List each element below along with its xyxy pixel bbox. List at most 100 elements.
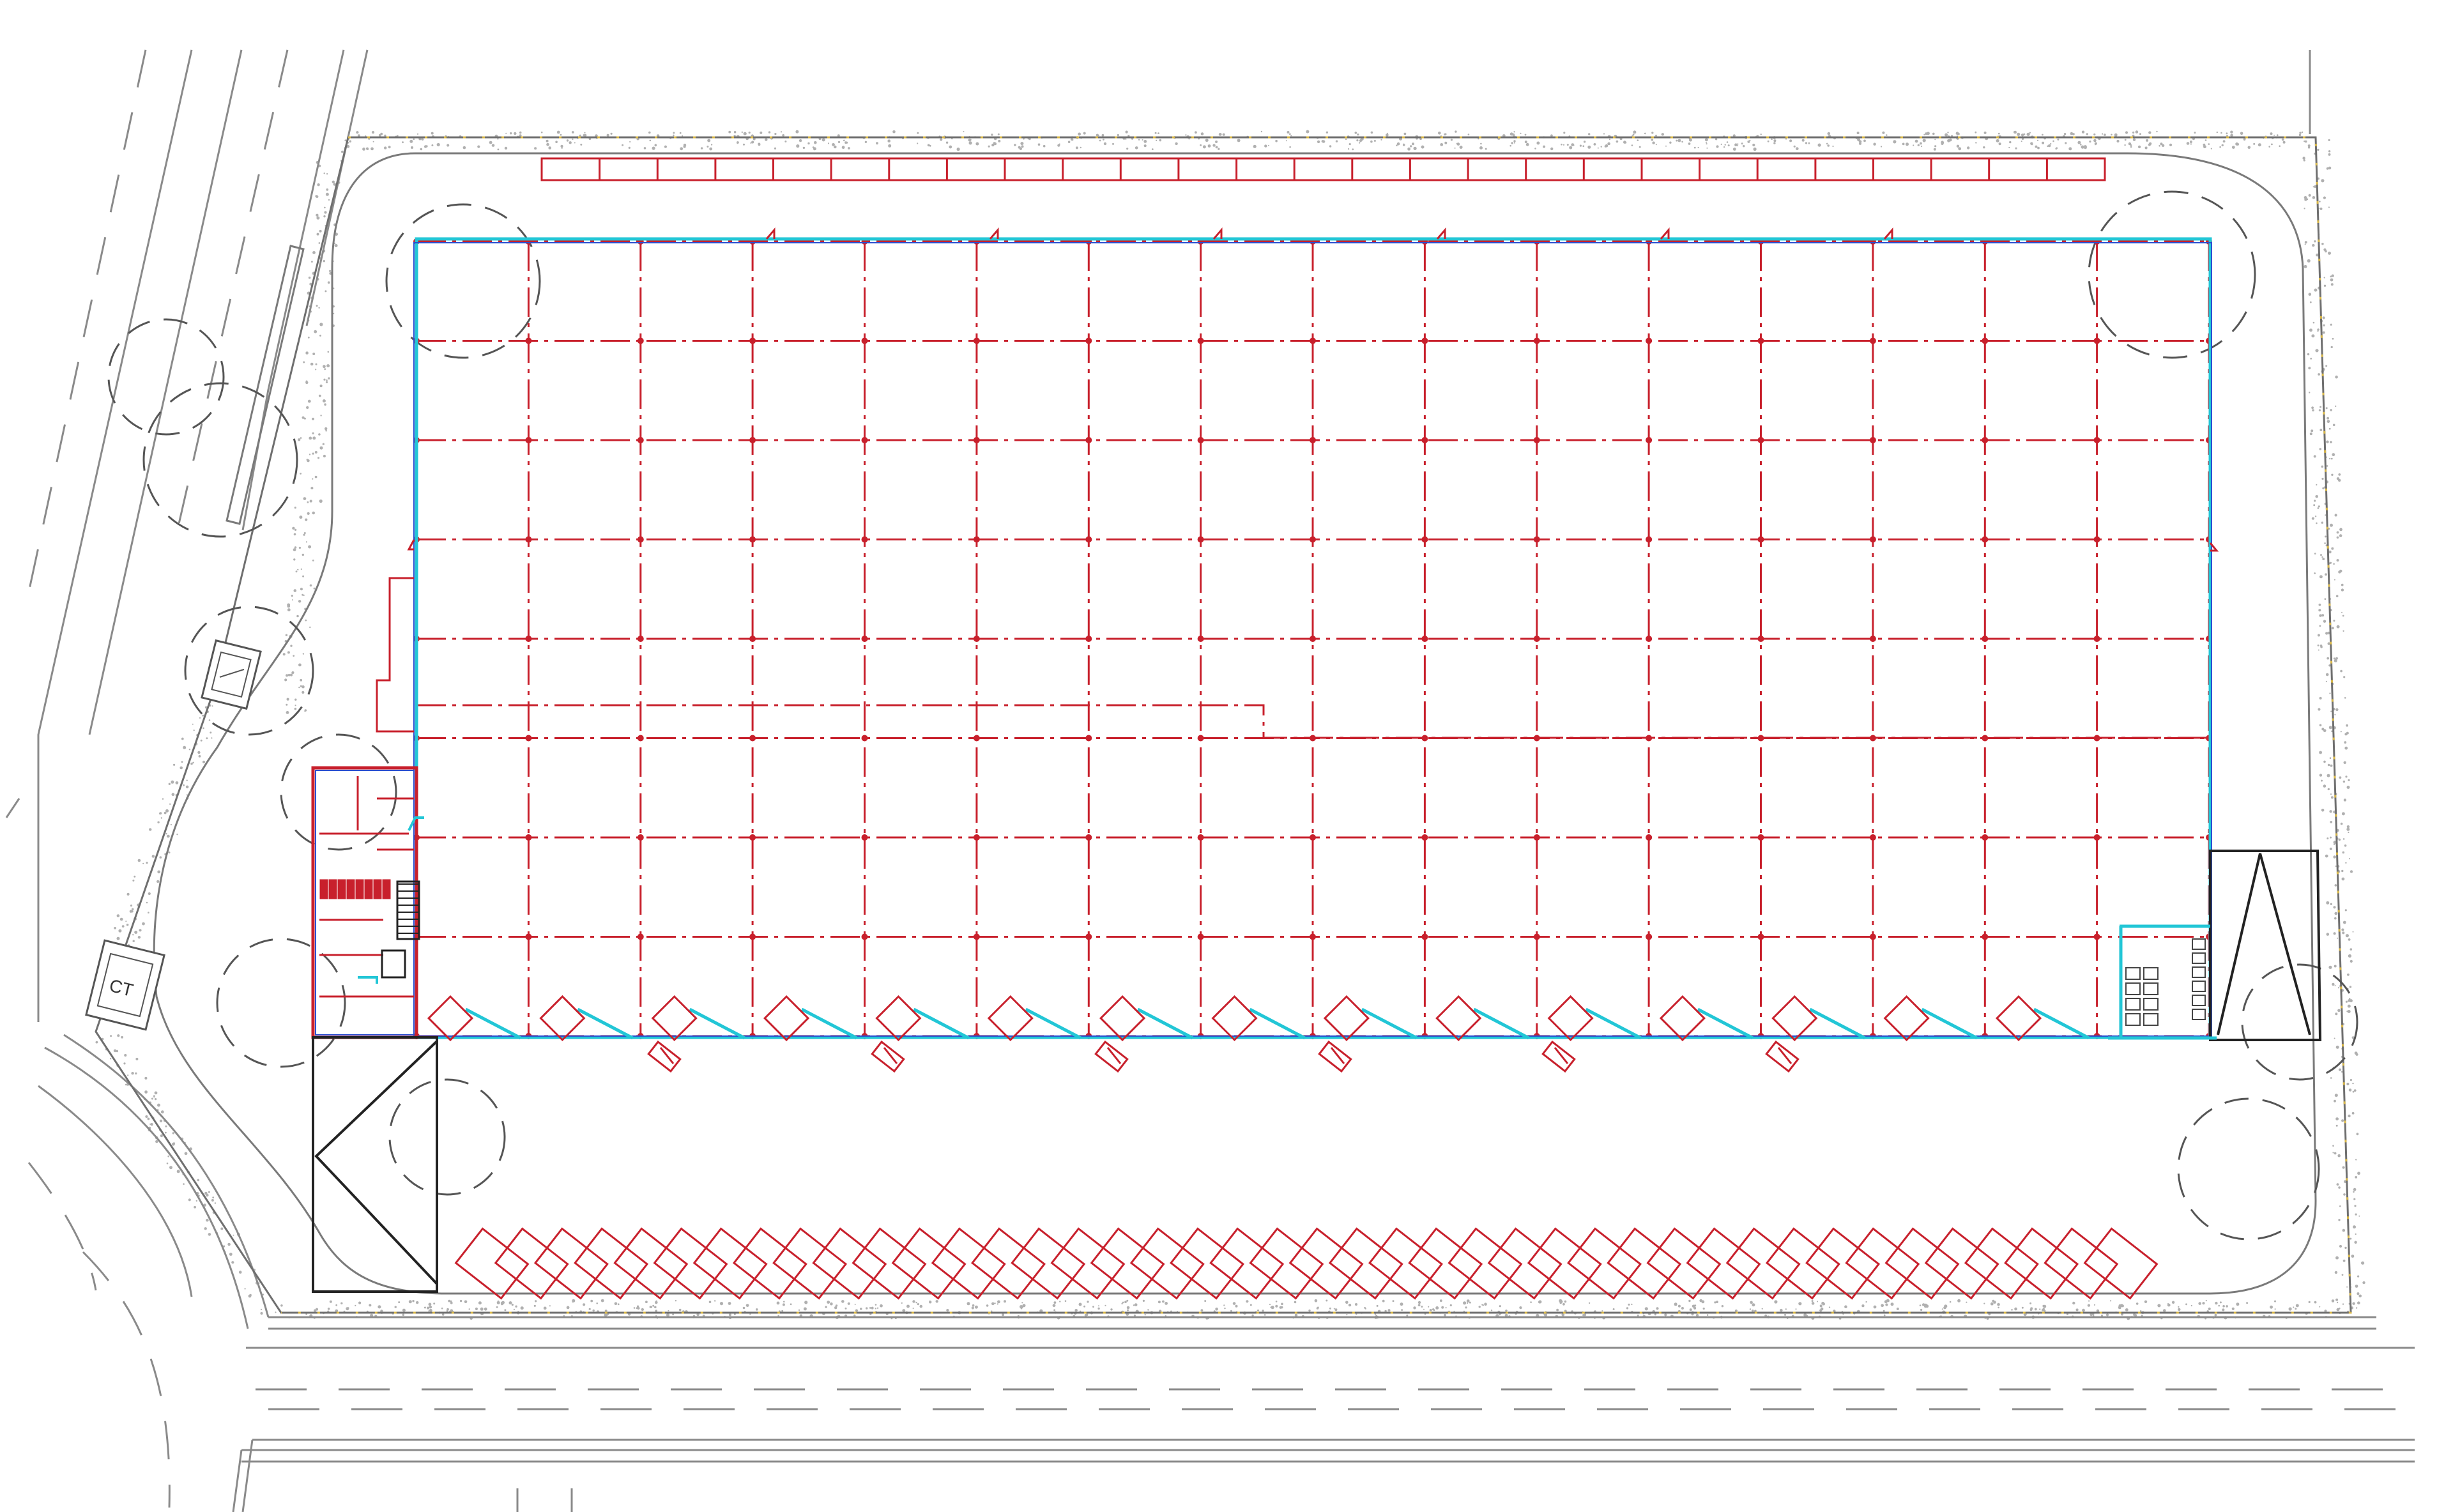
gravel-speck xyxy=(289,673,293,676)
gravel-speck xyxy=(2226,132,2228,135)
gravel-speck xyxy=(142,922,145,926)
gravel-speck xyxy=(798,1309,800,1311)
gravel-speck xyxy=(384,134,386,137)
gravel-speck xyxy=(2344,741,2347,744)
column xyxy=(1982,437,1989,443)
column xyxy=(1197,337,1204,344)
gravel-speck xyxy=(312,436,316,440)
gravel-speck xyxy=(344,139,347,142)
gravel-speck xyxy=(306,406,309,409)
gravel-speck xyxy=(286,698,289,701)
gravel-speck xyxy=(2325,673,2329,676)
gravel-speck xyxy=(1142,1299,1145,1302)
gravel-speck xyxy=(1204,1300,1207,1302)
west-door xyxy=(407,539,415,551)
gravel-speck xyxy=(1162,1300,1165,1303)
parking-space xyxy=(1686,1227,1761,1300)
gravel-speck xyxy=(2323,784,2327,788)
gravel-speck xyxy=(2334,1037,2335,1039)
gravel-speck xyxy=(2332,1152,2334,1154)
gravel-speck xyxy=(1364,1307,1366,1309)
gravel-speck xyxy=(1582,145,1585,148)
gravel-speck xyxy=(121,1035,124,1039)
gravel-speck xyxy=(319,334,321,337)
gravel-speck xyxy=(2327,763,2330,767)
gravel-speck xyxy=(1676,139,1678,142)
gravel-speck xyxy=(655,1301,658,1304)
gravel-speck xyxy=(649,139,652,142)
gravel-speck xyxy=(1919,1304,1922,1306)
gravel-speck xyxy=(2144,146,2148,149)
gravel-speck xyxy=(571,131,574,134)
gravel-speck xyxy=(751,141,754,144)
gravel-speck xyxy=(1723,146,1725,148)
gravel-speck xyxy=(1893,140,1897,144)
gravel-speck xyxy=(1151,148,1154,151)
sprinkler-valve xyxy=(2192,995,2206,1006)
column xyxy=(525,933,532,940)
gravel-speck xyxy=(555,141,558,143)
parking-space xyxy=(772,1227,848,1300)
gravel-speck xyxy=(116,936,120,940)
gravel-speck xyxy=(1983,131,1987,134)
gravel-speck xyxy=(784,141,787,142)
gravel-speck xyxy=(95,1041,98,1044)
gravel-speck xyxy=(142,862,144,864)
gravel-speck xyxy=(287,608,291,612)
column xyxy=(1310,337,1316,344)
gravel-speck xyxy=(2307,146,2311,149)
gravel-speck xyxy=(409,139,413,143)
gravel-speck xyxy=(508,1301,512,1305)
gravel-speck xyxy=(420,148,423,151)
gravel-speck xyxy=(153,1096,155,1098)
gravel-speck xyxy=(588,1308,591,1310)
dock-canopy xyxy=(1473,1007,1530,1040)
gravel-speck xyxy=(144,1076,148,1080)
gravel-speck xyxy=(2340,731,2342,733)
gravel-speck xyxy=(2349,999,2353,1003)
gravel-speck xyxy=(1677,1304,1681,1308)
gravel-speck xyxy=(183,1183,185,1185)
gravel-speck xyxy=(2340,822,2343,825)
dock-canopy xyxy=(464,1007,522,1040)
parking-space xyxy=(494,1227,569,1300)
gravel-speck xyxy=(2353,1187,2357,1191)
dock-leveller xyxy=(763,995,810,1042)
gravel-speck xyxy=(2246,1302,2249,1304)
gravel-speck xyxy=(1154,132,1157,134)
gravel-speck xyxy=(1665,145,1667,147)
gravel-speck xyxy=(875,1308,877,1310)
gravel-speck xyxy=(327,351,330,353)
gravel-speck xyxy=(1688,142,1691,145)
gravel-speck xyxy=(1326,131,1329,134)
gravel-speck xyxy=(2302,157,2305,160)
gravel-speck xyxy=(1509,144,1511,147)
gravel-speck xyxy=(2346,1286,2348,1288)
gravel-speck xyxy=(2331,547,2334,550)
gravel-speck xyxy=(1144,1314,1146,1316)
office-fixture xyxy=(364,879,373,899)
gravel-speck xyxy=(300,437,302,439)
gravel-speck xyxy=(510,132,512,135)
office-fixture xyxy=(319,879,328,899)
gravel-speck xyxy=(411,146,413,149)
dock-leveller xyxy=(1547,995,1594,1042)
gravel-speck xyxy=(2258,143,2261,147)
gravel-speck xyxy=(2352,1082,2354,1085)
gravel-speck xyxy=(293,558,296,561)
gravel-speck xyxy=(424,1306,426,1309)
gravel-speck xyxy=(1345,138,1347,141)
gravel-speck xyxy=(2332,982,2335,986)
gravel-speck xyxy=(2208,1307,2211,1311)
office-fixture xyxy=(328,879,337,899)
gravel-speck xyxy=(2333,843,2335,845)
gravel-speck xyxy=(2295,1308,2297,1310)
gravel-speck xyxy=(1734,143,1738,146)
gravel-speck xyxy=(1345,1301,1349,1304)
gravel-speck xyxy=(971,1306,974,1310)
gravel-speck xyxy=(600,1299,604,1302)
column xyxy=(525,337,532,344)
gravel-speck xyxy=(1957,132,1960,135)
gravel-speck xyxy=(371,147,374,151)
dock-leveller xyxy=(651,995,698,1042)
